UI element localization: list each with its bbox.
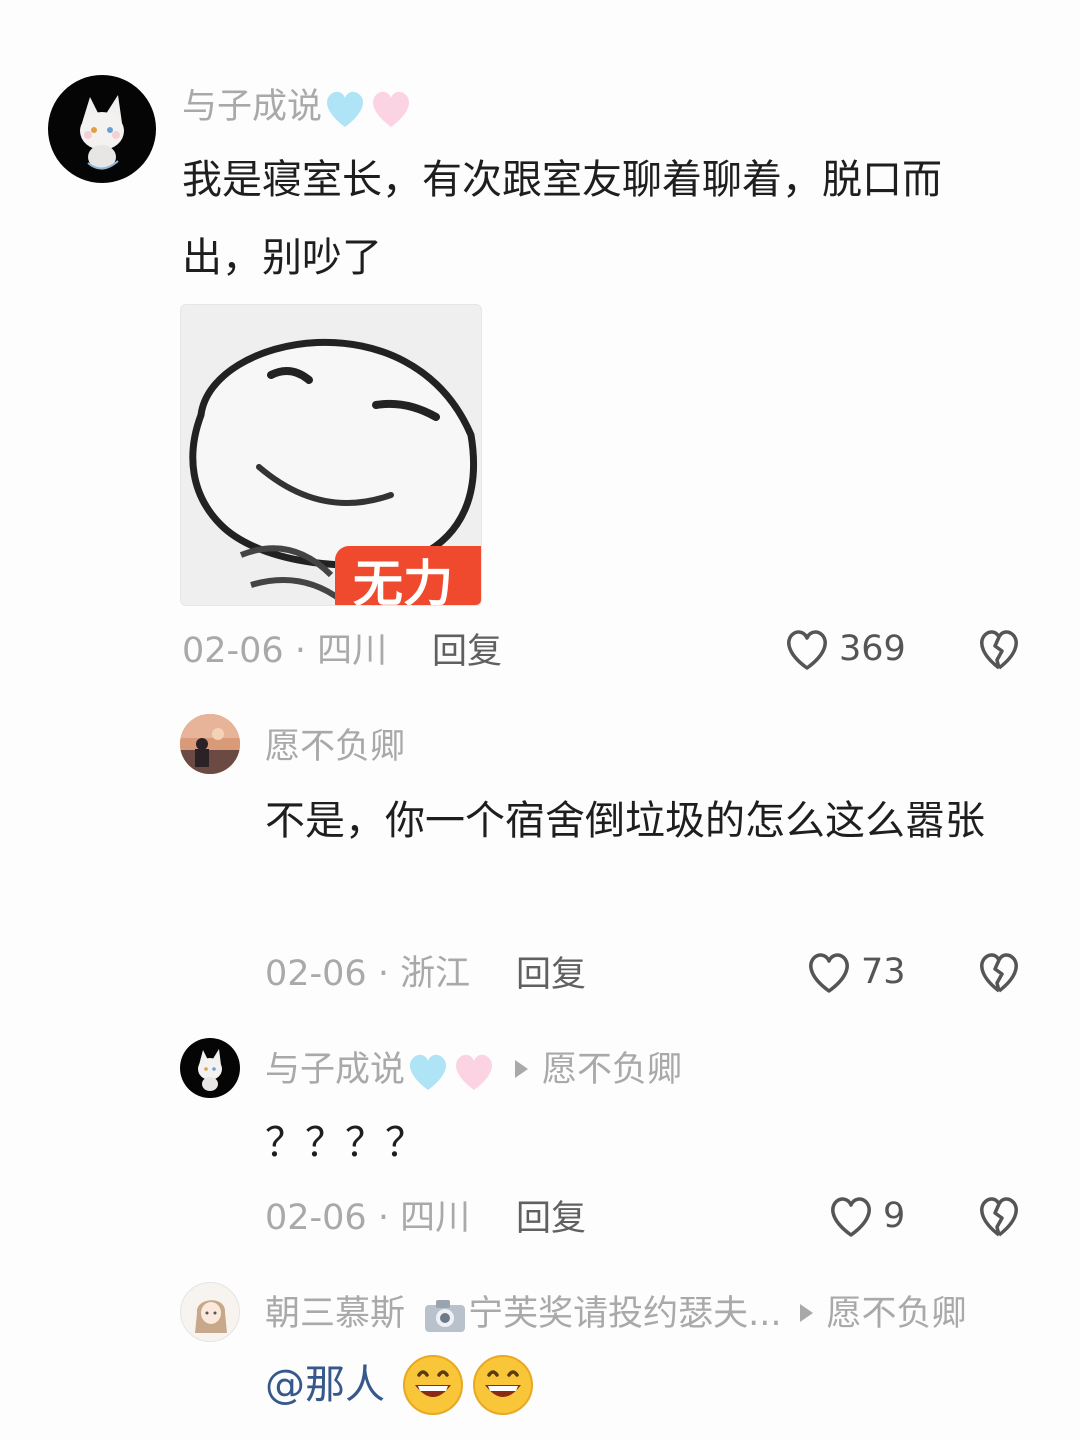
reply-button[interactable]: 回复 [516,954,586,996]
heart-outline-icon [809,953,849,993]
pink-heart-icon [373,91,410,127]
like-count: 9 [883,1196,906,1236]
author-name[interactable]: 与子成说 [265,1050,405,1090]
camera-icon [425,1300,466,1332]
comment-text: ？？？？ [265,1120,425,1166]
comment-author[interactable]: 朝三慕斯 宁芙奖请投约瑟夫... 愿不负卿 [265,1293,967,1335]
cat-avatar-icon [80,95,124,170]
reply-arrow-icon [515,1060,529,1078]
sticker-caption: 无力 [353,555,453,606]
avatar[interactable] [180,1038,240,1098]
comment-text: 我是寝室长，有次跟室友聊着聊着，脱口而出，别吵了 [182,157,942,281]
reply-button[interactable]: 回复 [432,631,502,673]
dislike-button[interactable] [976,1194,1022,1242]
pink-heart-icon [456,1054,493,1090]
comment-author[interactable]: 与子成说 愿不负卿 [265,1049,682,1092]
like-count: 73 [861,952,906,992]
author-badge: 宁芙奖请投约瑟夫... [468,1294,782,1334]
blue-heart-icon [410,1054,447,1090]
sticker-badge: 无力 [335,546,481,605]
broken-heart-icon [980,1197,1018,1237]
dislike-button[interactable] [976,627,1022,675]
reply-to-name[interactable]: 愿不负卿 [827,1294,967,1334]
cat-avatar-icon [198,1049,222,1091]
blue-heart-icon [327,91,364,127]
girl-avatar-icon [181,1283,239,1341]
comment-author[interactable]: 与子成说 [182,86,414,129]
comment-author[interactable]: 愿不负卿 [265,726,405,768]
dislike-button[interactable] [976,950,1022,998]
reply-arrow-icon [799,1304,813,1322]
author-name[interactable]: 朝三慕斯 [265,1294,405,1334]
sticker-image[interactable]: 无力 [180,304,482,606]
author-name[interactable]: 与子成说 [182,87,322,127]
comment-text: 不是，你一个宿舍倒垃圾的怎么这么嚣张 [265,798,985,844]
heart-outline-icon [787,630,827,670]
sunset-avatar-icon [180,714,240,774]
broken-heart-icon [980,630,1018,670]
reply-button[interactable]: 回复 [516,1198,586,1240]
like-button[interactable]: 73 [805,950,906,994]
comment-meta: 02-06 · 四川 [182,631,388,671]
avatar[interactable] [48,75,156,183]
like-button[interactable]: 369 [783,627,906,671]
reply-to-name[interactable]: 愿不负卿 [542,1050,682,1090]
comment-text: @那人 [265,1346,535,1424]
broken-heart-icon [980,953,1018,993]
like-count: 369 [839,629,906,669]
like-button[interactable]: 9 [827,1194,905,1238]
mention-link[interactable]: @那人 [265,1346,385,1424]
grinning-face-emoji-icon [403,1355,463,1415]
heart-outline-icon [831,1197,871,1237]
avatar[interactable] [180,1282,240,1342]
grinning-face-emoji-icon [473,1355,533,1415]
comment-meta: 02-06 · 四川 [265,1198,471,1238]
avatar[interactable] [180,714,240,774]
comment-meta: 02-06 · 浙江 [265,954,471,994]
